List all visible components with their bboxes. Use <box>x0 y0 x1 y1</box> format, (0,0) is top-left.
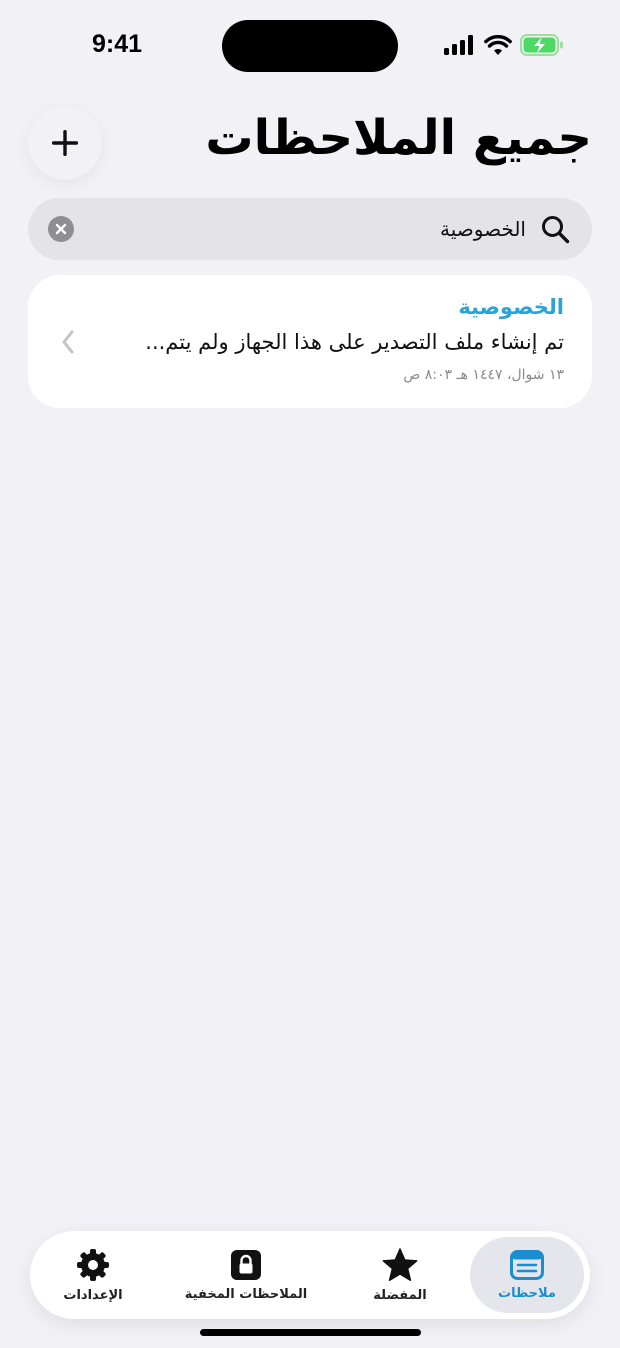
page-title: جميع الملاحظات <box>205 110 592 166</box>
close-icon <box>55 223 67 235</box>
app-screen: 9:41 جميع الملاحظات الخصوصية الخصوصية تم… <box>0 0 620 1348</box>
tab-hidden-notes[interactable]: الملاحظات المخفية <box>178 1237 314 1313</box>
tab-bar: ملاحظات المفضلة الملاحظات المخفية الإعدا… <box>30 1231 590 1319</box>
tab-settings[interactable]: الإعدادات <box>42 1237 144 1313</box>
status-time: 9:41 <box>91 30 143 58</box>
clear-search-button[interactable] <box>48 216 74 242</box>
note-card[interactable]: الخصوصية تم إنشاء ملف التصدير على هذا ال… <box>28 275 592 408</box>
chevron-left-icon <box>62 330 74 354</box>
note-title: الخصوصية <box>458 295 564 319</box>
plus-icon <box>52 130 78 156</box>
status-icons <box>444 34 564 56</box>
lock-icon <box>231 1249 261 1280</box>
dynamic-island <box>222 20 398 72</box>
battery-charging-icon <box>520 34 563 56</box>
search-input[interactable] <box>126 211 526 247</box>
note-date: ١٣ شوال، ١٤٤٧ هـ ٨:٠٣ ص <box>403 367 564 383</box>
tab-favorites-label: المفضلة <box>373 1287 427 1303</box>
tab-hidden-notes-label: الملاحظات المخفية <box>184 1286 308 1302</box>
gear-icon <box>77 1248 109 1281</box>
add-note-button[interactable] <box>28 106 102 180</box>
search-bar[interactable] <box>28 198 592 260</box>
home-indicator[interactable] <box>200 1329 421 1336</box>
tab-notes-label: ملاحظات <box>498 1285 556 1301</box>
tab-notes[interactable]: ملاحظات <box>470 1237 584 1313</box>
search-icon <box>542 216 570 244</box>
wifi-icon <box>484 34 512 55</box>
notes-icon <box>510 1249 544 1280</box>
tab-settings-label: الإعدادات <box>63 1287 123 1303</box>
cellular-signal-icon <box>444 35 473 55</box>
tab-favorites[interactable]: المفضلة <box>345 1237 455 1313</box>
star-icon <box>382 1247 418 1281</box>
note-preview: تم إنشاء ملف التصدير على هذا الجهاز ولم … <box>145 330 564 354</box>
